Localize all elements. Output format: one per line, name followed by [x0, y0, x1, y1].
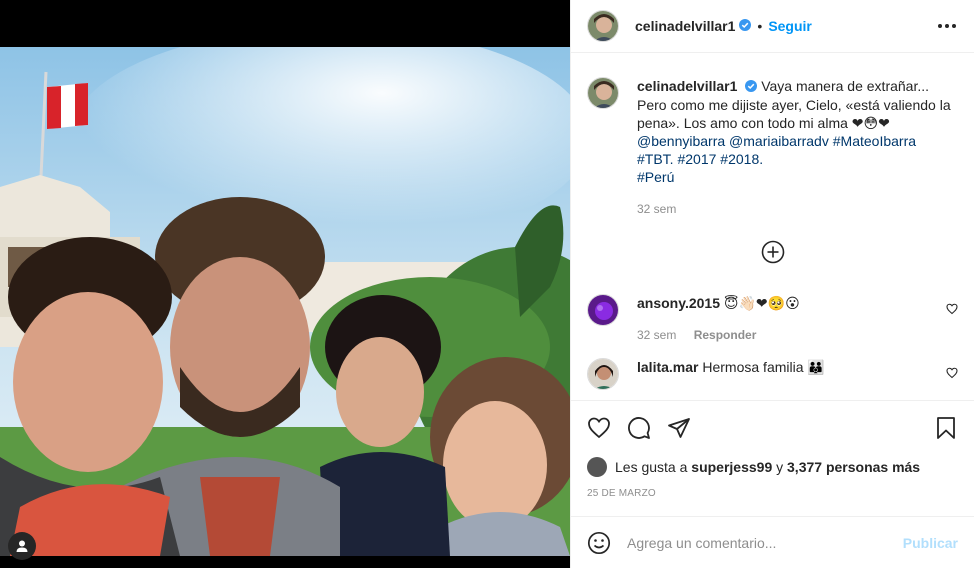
mention-link[interactable]: @mariaibarradv [729, 133, 829, 149]
caption-time[interactable]: 32 sem [637, 202, 676, 216]
user-icon [16, 540, 28, 552]
caption-avatar[interactable] [587, 77, 619, 109]
comment-item: ansony.2015 😇👋🏻❤🥺😮 32 sem Responder [587, 280, 958, 344]
save-bookmark-icon[interactable] [934, 416, 958, 440]
comment-input[interactable]: Agrega un comentario... [627, 535, 903, 551]
share-paper-plane-icon[interactable] [667, 416, 691, 440]
comment-body: ansony.2015 😇👋🏻❤🥺😮 32 sem Responder [637, 294, 800, 344]
commenter-avatar[interactable] [587, 358, 619, 391]
comment-time[interactable]: 32 sem [637, 328, 676, 342]
follow-button[interactable]: Seguir [768, 18, 812, 34]
comment-body: lalita.mar Hermosa familia 👪 [637, 358, 825, 390]
hashtag-link[interactable]: #2017 [677, 151, 716, 167]
post-date[interactable]: 25 DE MARZO [571, 480, 974, 514]
verified-badge-icon [739, 18, 752, 34]
likes-count-link[interactable]: 3,377 personas más [787, 459, 920, 475]
hashtag-link[interactable]: #Perú [637, 169, 674, 185]
comment-meta: 32 sem Responder [637, 326, 800, 344]
likes-joiner: y [776, 459, 784, 475]
hashtag-link[interactable]: #TBT. [637, 151, 674, 167]
author-avatar[interactable] [587, 10, 619, 42]
commenter-username[interactable]: lalita.mar [637, 359, 698, 375]
emoji-smiley-icon[interactable] [587, 531, 611, 555]
post-header: celinadelvillar1 • Seguir [571, 0, 974, 53]
post-photo[interactable] [0, 47, 570, 556]
comments-list[interactable]: celinadelvillar1 Vaya manera de extrañar… [571, 53, 974, 400]
reply-button[interactable]: Responder [694, 328, 757, 342]
likes-prefix: Les gusta a [615, 459, 688, 475]
author-username[interactable]: celinadelvillar1 [635, 18, 735, 34]
hashtag-link[interactable]: #MateoIbarra [833, 133, 916, 149]
comment-item: lalita.mar Hermosa familia 👪 [587, 344, 958, 391]
instagram-post: celinadelvillar1 • Seguir celinadelvilla… [0, 0, 974, 568]
tagged-users-button[interactable] [8, 532, 36, 560]
commenter-avatar[interactable] [587, 294, 619, 327]
liker-avatar[interactable] [587, 457, 607, 477]
likes-summary: Les gusta a superjess99 y 3,377 personas… [571, 454, 974, 480]
commenter-username[interactable]: ansony.2015 [637, 295, 720, 311]
hashtag-link[interactable]: #2018. [720, 151, 763, 167]
like-comment-heart-icon[interactable] [946, 366, 958, 382]
post-actions [571, 400, 974, 454]
comment-bubble-icon[interactable] [627, 416, 651, 440]
like-heart-icon[interactable] [587, 416, 611, 440]
caption-meta: 32 sem [637, 200, 958, 218]
post-media [0, 0, 570, 568]
caption-username[interactable]: celinadelvillar1 [637, 78, 737, 94]
verified-badge-icon [745, 78, 758, 96]
comment-text: 😇👋🏻❤🥺😮 [723, 295, 800, 312]
publish-button[interactable]: Publicar [903, 535, 958, 551]
post-sidebar: celinadelvillar1 • Seguir celinadelvilla… [570, 0, 974, 568]
separator-dot: • [757, 18, 763, 34]
mention-link[interactable]: @bennyibarra [637, 133, 725, 149]
add-comment-bar: Agrega un comentario... Publicar [571, 516, 974, 568]
more-options-icon[interactable] [936, 18, 958, 34]
post-caption: celinadelvillar1 Vaya manera de extrañar… [587, 53, 958, 218]
comment-text: Hermosa familia 👪 [702, 359, 825, 376]
load-more-comments-button[interactable] [587, 240, 958, 264]
caption-text: celinadelvillar1 Vaya manera de extrañar… [637, 77, 958, 218]
plus-circle-icon [761, 240, 784, 264]
like-comment-heart-icon[interactable] [946, 302, 958, 318]
liker-username[interactable]: superjess99 [691, 459, 772, 475]
